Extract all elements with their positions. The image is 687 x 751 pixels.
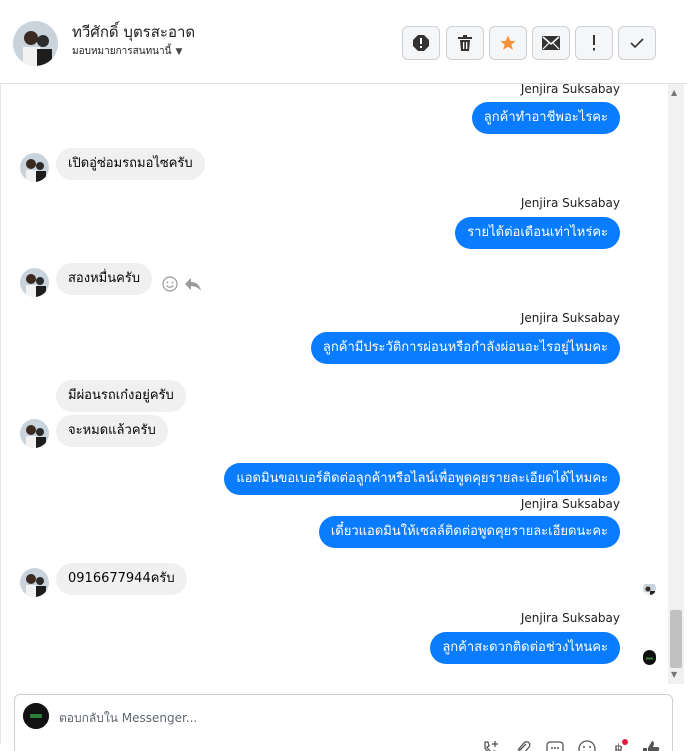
composer-toolbar: ฿ [481, 739, 661, 751]
incoming-message[interactable]: 0916677944ครับ [56, 563, 187, 595]
contact-avatar-small [20, 153, 49, 182]
emoji-icon[interactable] [577, 739, 597, 751]
mark-unread-button[interactable] [532, 26, 570, 60]
scrollbar-track[interactable] [668, 84, 684, 684]
sender-name: Jenjira Suksabay [520, 82, 620, 96]
scroll-down-arrow-icon[interactable]: ▼ [671, 670, 677, 679]
assign-conversation-dropdown[interactable]: มอบหมายการสนทนานี้ ▼ [72, 44, 182, 59]
star-icon [500, 35, 516, 50]
attach-icon[interactable] [513, 739, 533, 751]
sender-name: Jenjira Suksabay [520, 196, 620, 210]
outgoing-message[interactable]: ลูกค้ามีประวัติการผ่อนหรือกำลังผ่อนอะไรอ… [310, 332, 620, 364]
incoming-message[interactable]: มีผ่อนรถเก๋งอยู่ครับ [56, 380, 186, 412]
spam-button[interactable] [402, 26, 440, 60]
scrollbar-thumb[interactable] [670, 610, 682, 668]
mark-done-button[interactable] [618, 26, 656, 60]
contact-avatar-small [20, 419, 49, 448]
scroll-up-arrow-icon[interactable]: ▲ [671, 88, 677, 97]
outgoing-message[interactable]: แอดมินขอเบอร์ติดต่อลูกค้าหรือไลน์เพื่อพู… [224, 463, 620, 495]
incoming-message[interactable]: จะหมดแล้วครับ [56, 415, 168, 447]
outgoing-message[interactable]: รายได้ต่อเดือนเท่าไหร่คะ [455, 217, 620, 249]
exclamation-icon [593, 35, 595, 51]
incoming-message[interactable]: เปิดอู่ซ่อมรถมอไซครับ [56, 148, 205, 180]
page-avatar [23, 703, 49, 729]
caret-down-icon: ▼ [175, 46, 183, 57]
sender-avatar-small [643, 650, 656, 665]
mail-icon [542, 36, 560, 50]
reply-icon[interactable] [184, 276, 202, 292]
like-icon[interactable] [641, 739, 661, 751]
star-button[interactable] [489, 26, 527, 60]
reply-input[interactable]: ตอบกลับใน Messenger... [59, 709, 197, 728]
chat-icon[interactable] [545, 739, 565, 751]
outgoing-message[interactable]: ลูกค้าสะดวกติดต่อช่วงไหนคะ [430, 632, 620, 664]
check-icon [630, 38, 644, 49]
trash-icon [458, 35, 472, 51]
baht-icon[interactable]: ฿ [609, 739, 629, 751]
contact-avatar[interactable] [13, 21, 58, 66]
contact-name: ทวีศักดิ์ บุตรสะอาด [72, 23, 196, 41]
sender-name: Jenjira Suksabay [520, 611, 620, 625]
delete-button[interactable] [446, 26, 484, 60]
outgoing-message[interactable]: เดี๋ยวแอดมินให้เซลล์ติดต่อพูดคุยรายละเอี… [318, 516, 620, 548]
sender-name: Jenjira Suksabay [520, 311, 620, 325]
add-call-icon[interactable] [481, 739, 501, 751]
sender-name: Jenjira Suksabay [520, 497, 620, 511]
message-actions [162, 276, 202, 292]
seen-avatar [643, 582, 656, 595]
smiley-react-icon[interactable] [162, 276, 178, 292]
contact-avatar-small [20, 268, 49, 297]
reply-composer: ตอบกลับใน Messenger... ฿ [14, 694, 673, 751]
spam-icon [413, 35, 429, 51]
incoming-message[interactable]: สองหมื่นครับ [56, 263, 153, 295]
message-thread[interactable]: Jenjira Suksabay ลูกค้าทำอาชีพอะไรคะ เปิ… [0, 82, 668, 689]
conversation-header: ทวีศักดิ์ บุตรสะอาด มอบหมายการสนทนานี้ ▼ [0, 0, 687, 84]
assign-conversation-label: มอบหมายการสนทนานี้ [72, 46, 172, 57]
follow-up-button[interactable] [575, 26, 613, 60]
contact-avatar-small [20, 568, 49, 597]
outgoing-message[interactable]: ลูกค้าทำอาชีพอะไรคะ [471, 102, 620, 134]
